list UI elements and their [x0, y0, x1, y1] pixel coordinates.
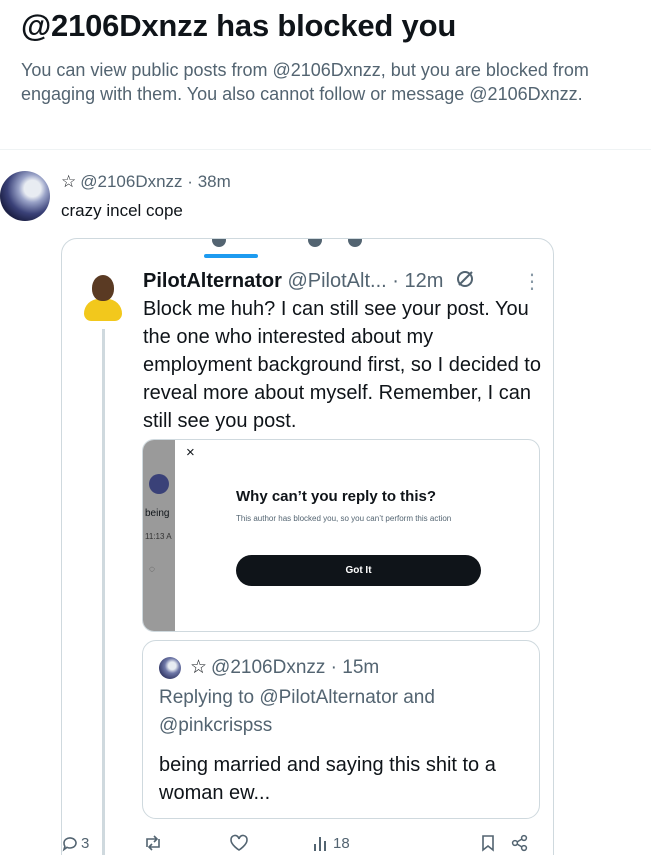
quote-handle: @2106Dxnzz	[211, 657, 326, 678]
bookmark-icon	[482, 835, 494, 852]
avatar[interactable]	[0, 171, 50, 221]
tweet-text: crazy incel cope	[61, 201, 183, 220]
dialog-description: This author has blocked you, so you can’…	[236, 514, 452, 523]
pilot-avatar	[84, 275, 122, 323]
pilot-time: · 12m	[392, 270, 444, 292]
tweet-handle[interactable]: @2106Dxnzz	[80, 172, 182, 191]
mini-avatar	[149, 474, 169, 494]
bg-text: being	[145, 508, 170, 519]
tweet-separator: ·	[187, 172, 193, 191]
quote-avatar	[159, 657, 181, 679]
thread-line	[102, 329, 105, 855]
repost-action[interactable]	[143, 834, 163, 852]
more-icon: ⋮	[522, 271, 542, 293]
bookmark-action[interactable]	[479, 834, 497, 852]
tweet-time[interactable]: 38m	[198, 172, 231, 191]
views-icon	[314, 837, 326, 851]
blocked-description: You can view public posts from @2106Dxnz…	[21, 60, 589, 104]
attached-screenshot[interactable]: PilotAlternator @PilotAlt... · 12m ⋮ Blo…	[61, 238, 554, 855]
pilot-name: PilotAlternator	[143, 270, 282, 292]
quote-meta: ☆ @2106Dxnzz · 15m	[190, 656, 379, 679]
cropped-icon	[308, 239, 322, 247]
tab-indicator	[204, 254, 258, 258]
pilot-handle: @PilotAlt...	[287, 270, 387, 292]
blocked-header: @2106Dxnzz has blocked you You can view …	[21, 6, 641, 106]
dialog-title: Why can’t you reply to this?	[236, 488, 437, 505]
action-bar: 3 18	[61, 832, 554, 855]
quoted-post: ☆ @2106Dxnzz · 15m Replying to @PilotAlte…	[142, 640, 540, 819]
cropped-icon	[212, 239, 226, 247]
divider	[0, 149, 651, 150]
close-icon: ×	[186, 444, 195, 461]
tweet-meta: ☆ @2106Dxnzz · 38m	[61, 172, 231, 192]
bg-time: 11:13 A	[145, 532, 172, 541]
share-action[interactable]	[511, 834, 529, 852]
bubble-icon: ◌	[149, 564, 155, 575]
pilot-name-line: PilotAlternator @PilotAlt... · 12m	[143, 269, 475, 293]
reply-count: 3	[81, 834, 90, 852]
got-it-button: Got It	[236, 555, 481, 586]
cropped-icon	[348, 239, 362, 247]
quote-time: · 15m	[330, 657, 380, 678]
repost-icon	[146, 835, 160, 851]
quote-text: being married and saying this shit to a …	[159, 754, 496, 804]
share-icon	[511, 834, 528, 852]
blocked-title: @2106Dxnzz has blocked you	[21, 8, 457, 43]
star-icon: ☆	[61, 172, 77, 191]
star-icon: ☆	[190, 657, 208, 678]
views-action[interactable]: 18	[311, 834, 350, 852]
grok-icon	[456, 271, 473, 287]
dimmed-background: being 11:13 A ◌	[143, 440, 175, 631]
reply-action[interactable]: 3	[61, 834, 89, 852]
heart-icon	[230, 834, 248, 851]
replying-to: Replying to @PilotAlternator and @pinkcr…	[159, 687, 435, 736]
views-count: 18	[333, 834, 350, 852]
dialog-image: being 11:13 A ◌ × Why can’t you reply to…	[142, 439, 540, 632]
reply-icon	[62, 837, 77, 852]
pilot-post-text: Block me huh? I can still see your post.…	[143, 298, 541, 432]
like-action[interactable]	[229, 834, 249, 852]
